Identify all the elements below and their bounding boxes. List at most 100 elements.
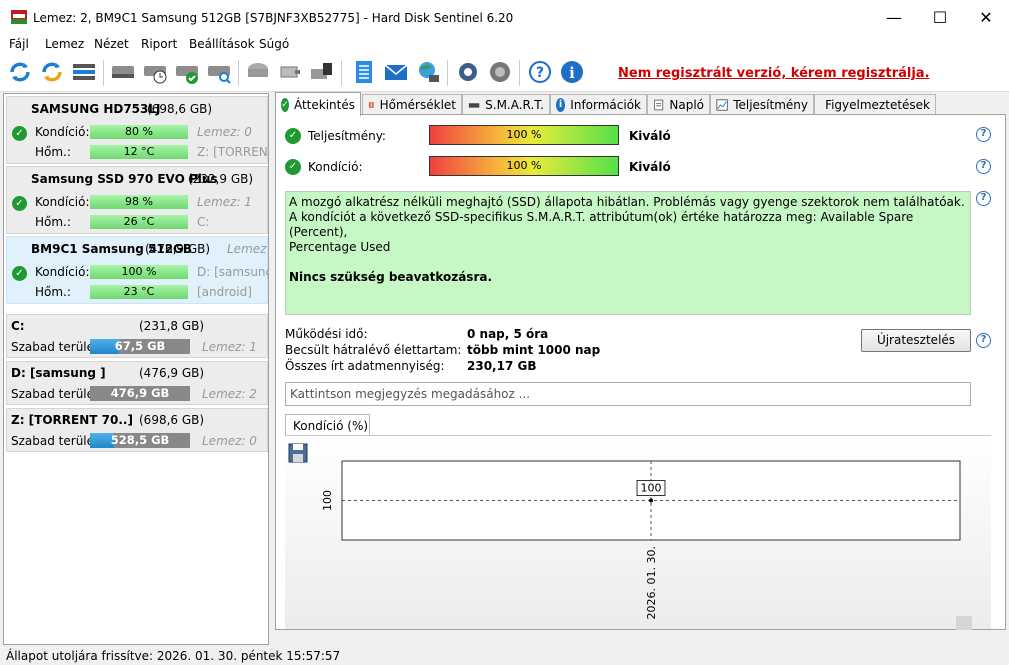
status-description-line: A mozgó alkatrész nélküli meghajtó (SSD)… xyxy=(289,195,965,209)
disk-index-hint: Lemez: 1 xyxy=(202,340,257,354)
performance-rating: Kiváló xyxy=(629,129,671,143)
condition-bar: 100 % xyxy=(429,156,619,176)
info-icon[interactable]: i xyxy=(559,59,585,85)
usb-disk-icon[interactable] xyxy=(277,59,303,85)
condition-bar: 98 % xyxy=(90,195,188,209)
check-icon: ✓ xyxy=(12,196,27,211)
check-icon: ✓ xyxy=(285,159,301,175)
sound-icon[interactable] xyxy=(487,59,513,85)
register-notice-link[interactable]: Nem regisztrált verzió, kérem regisztrál… xyxy=(618,66,930,81)
tab-performance[interactable]: Teljesítmény xyxy=(710,94,814,115)
minimize-button[interactable]: — xyxy=(871,0,917,34)
status-description-line: Percentage Used xyxy=(289,240,391,254)
settings-icon[interactable] xyxy=(455,59,481,85)
tab-label: Figyelmeztetések xyxy=(825,98,930,112)
disk-size: (232,9 GB) xyxy=(188,172,254,186)
help-icon[interactable]: ? xyxy=(976,333,991,348)
maximize-button[interactable]: ☐ xyxy=(917,0,963,34)
check-icon: ✓ xyxy=(12,266,27,281)
temperature-bar: 26 °C xyxy=(90,215,188,229)
disk-item-selected[interactable]: BM9C1 Samsung 512GB (476,9 GB) Lemez: 2 … xyxy=(6,236,269,304)
tab-overview[interactable]: ✓ Áttekintés xyxy=(275,92,361,116)
disk-size: (476,9 GB) xyxy=(145,242,211,256)
data-point xyxy=(649,498,653,503)
tab-alerts[interactable]: Figyelmeztetések xyxy=(814,94,936,115)
disk-icon[interactable] xyxy=(110,59,136,85)
disk-save-icon[interactable] xyxy=(309,59,335,85)
free-space-value: 528,5 GB xyxy=(110,433,170,447)
status-description-line: A kondíciót a következő SSD-specifikus S… xyxy=(289,210,914,239)
email-icon[interactable] xyxy=(383,59,409,85)
disk-index-hint: Lemez: 0 xyxy=(202,434,257,448)
partition-item[interactable]: D: [samsung ] (476,9 GB) Szabad terület … xyxy=(6,361,268,405)
disk-search-icon[interactable] xyxy=(206,59,232,85)
help-icon[interactable]: ? xyxy=(976,159,991,174)
tab-temperature[interactable]: Hőmérséklet xyxy=(362,94,462,115)
check-icon: ✓ xyxy=(12,126,27,141)
tab-label: Áttekintés xyxy=(293,97,355,112)
partition-name: D: [samsung ] xyxy=(11,366,106,380)
tab-label: Napló xyxy=(669,98,704,112)
retest-button[interactable]: Újratesztelés xyxy=(861,329,971,352)
tab-label: S.M.A.R.T. xyxy=(485,98,544,112)
toolbar-separator xyxy=(447,60,448,86)
close-button[interactable]: ✕ xyxy=(963,0,1009,34)
note-input[interactable]: Kattintson megjegyzés megadásához ... xyxy=(285,382,971,406)
toolbar-separator xyxy=(519,60,520,86)
save-chart-icon[interactable] xyxy=(288,443,308,463)
disk-index-hint: Lemez: 2 xyxy=(202,387,257,401)
overview-panel: ✓ Teljesítmény: 100 % Kiváló ? ✓ Kondíci… xyxy=(275,114,1006,630)
free-space-value: 476,9 GB xyxy=(110,386,170,400)
partition-hint: Z: [TORRENT xyxy=(197,145,269,159)
refresh-icon[interactable] xyxy=(7,59,33,85)
menu-help[interactable]: Súgó xyxy=(259,37,289,51)
app-icon xyxy=(11,10,27,24)
document-icon xyxy=(654,99,664,111)
remaining-lifetime-value: több mint 1000 nap xyxy=(467,343,601,357)
disk-schedule-icon[interactable] xyxy=(142,59,168,85)
condition-bar: 100 % xyxy=(90,265,188,279)
free-space-bar: 528,5 GB xyxy=(90,433,190,448)
menu-settings[interactable]: Beállítások xyxy=(189,37,255,51)
tab-label: Hőmérséklet xyxy=(379,98,456,112)
disk-item[interactable]: Samsung SSD 970 EVO Plus (232,9 GB) ✓ Ko… xyxy=(6,166,268,234)
help-icon[interactable]: ? xyxy=(976,191,991,206)
tab-information[interactable]: i Információk xyxy=(550,94,647,115)
menu-disk[interactable]: Lemez xyxy=(45,37,84,51)
partition-size: (231,8 GB) xyxy=(139,319,205,333)
disk-item[interactable]: SAMSUNG HD753LJ (698,6 GB) ✓ Kondíció: 8… xyxy=(6,96,269,164)
menu-report[interactable]: Riport xyxy=(141,37,177,51)
condition-bar: 80 % xyxy=(90,125,188,139)
remaining-lifetime-label: Becsült hátralévő élettartam: xyxy=(285,343,462,357)
tab-smart[interactable]: S.M.A.R.T. xyxy=(462,94,550,115)
disk-icon xyxy=(468,103,480,108)
disk-gray-icon[interactable] xyxy=(245,59,271,85)
partition-item[interactable]: Z: [TORRENT 70..] (698,6 GB) Szabad terü… xyxy=(6,408,268,452)
total-written-label: Összes írt adatmennyiség: xyxy=(285,359,445,373)
status-description-box: A mozgó alkatrész nélküli meghajtó (SSD)… xyxy=(285,191,971,315)
svg-text:i: i xyxy=(569,64,575,82)
menu-view[interactable]: Nézet xyxy=(94,37,129,51)
total-written-value: 230,17 GB xyxy=(467,359,537,373)
network-icon[interactable] xyxy=(415,59,441,85)
partition-item[interactable]: C: (231,8 GB) Szabad terület 67,5 GB Lem… xyxy=(6,314,268,358)
help-icon[interactable]: ? xyxy=(527,59,553,85)
condition-label: Kondíció: xyxy=(308,160,363,174)
chart-icon xyxy=(716,99,728,111)
tab-log[interactable]: Napló xyxy=(647,94,710,115)
toolbar-separator xyxy=(103,60,104,86)
disk-list-icon[interactable] xyxy=(71,59,97,85)
status-bar: Állapot utoljára frissítve: 2026. 01. 30… xyxy=(0,645,1009,665)
x-tick-label: 2026. 01. 30. xyxy=(645,546,658,619)
scrollbar-thumb[interactable] xyxy=(956,616,972,630)
disk-ok-icon[interactable] xyxy=(174,59,200,85)
help-icon[interactable]: ? xyxy=(976,127,991,142)
chart-tab-condition[interactable]: Kondíció (%) xyxy=(285,414,370,436)
tab-label: Teljesítmény xyxy=(733,98,808,112)
partition-size: (476,9 GB) xyxy=(139,366,205,380)
y-tick-label: 100 xyxy=(321,490,334,511)
report-icon[interactable] xyxy=(351,59,377,85)
menu-file[interactable]: Fájl xyxy=(9,37,29,51)
performance-bar: 100 % xyxy=(429,125,619,145)
refresh-all-icon[interactable] xyxy=(39,59,65,85)
